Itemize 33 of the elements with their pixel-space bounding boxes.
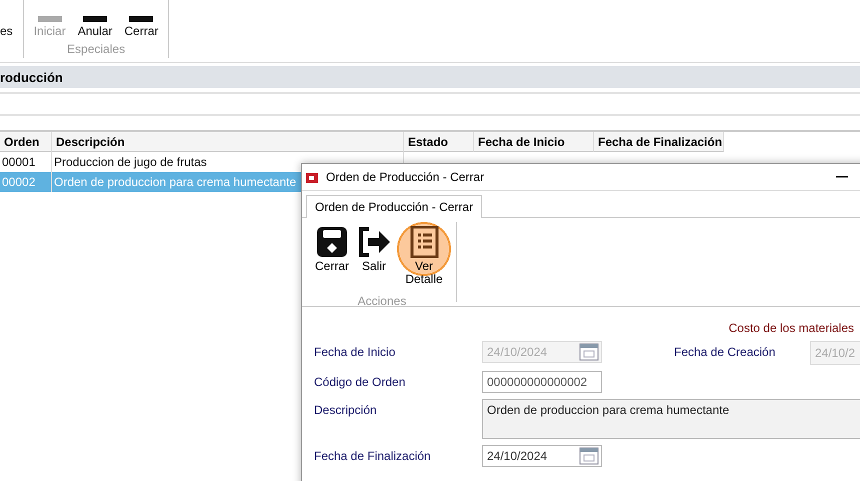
group-label: Especiales	[67, 42, 126, 56]
date-field[interactable]: 24/10/2024	[482, 445, 602, 467]
tab[interactable]: Orden de Producción - Cerrar	[306, 195, 482, 218]
table-cell: 00001	[0, 152, 52, 172]
table-cell: 00002	[0, 172, 52, 192]
section-header: roducción	[0, 66, 860, 88]
field-label: Fecha de Creación	[674, 344, 776, 359]
column-header[interactable]: Fecha de Inicio	[474, 132, 594, 152]
field-label: Fecha de Finalización	[314, 448, 432, 463]
input-field[interactable]: 000000000000002	[482, 371, 602, 393]
column-header[interactable]: Orden	[0, 132, 52, 152]
ribbon-button[interactable]: Cerrar	[122, 16, 160, 38]
notebook-list-icon	[409, 226, 439, 258]
calendar-icon[interactable]	[579, 447, 599, 465]
column-header[interactable]: Descripción	[52, 132, 404, 152]
exit-arrow-icon	[357, 226, 391, 258]
minimize-icon	[836, 176, 848, 178]
column-header[interactable]: Estado	[404, 132, 474, 152]
app-icon	[306, 171, 320, 183]
document-icon	[81, 16, 110, 24]
column-header[interactable]: Fecha de Finalización	[594, 132, 724, 152]
field-label: Descripción	[314, 402, 378, 417]
document-icon	[127, 16, 156, 24]
action-button[interactable]: Salir	[354, 222, 394, 290]
text-area[interactable]: Orden de produccion para crema humectante	[482, 399, 860, 439]
group-label: Acciones	[358, 294, 406, 308]
ribbon-button[interactable]: es	[0, 24, 15, 38]
document-icon	[36, 16, 64, 24]
action-button[interactable]: Cerrar	[312, 222, 352, 290]
field-label: Código de Orden	[314, 374, 406, 389]
field-label: Fecha de Inicio	[314, 344, 396, 359]
ribbon-button[interactable]: Anular	[76, 16, 114, 38]
cost-label: Costo de los materiales	[728, 321, 854, 335]
